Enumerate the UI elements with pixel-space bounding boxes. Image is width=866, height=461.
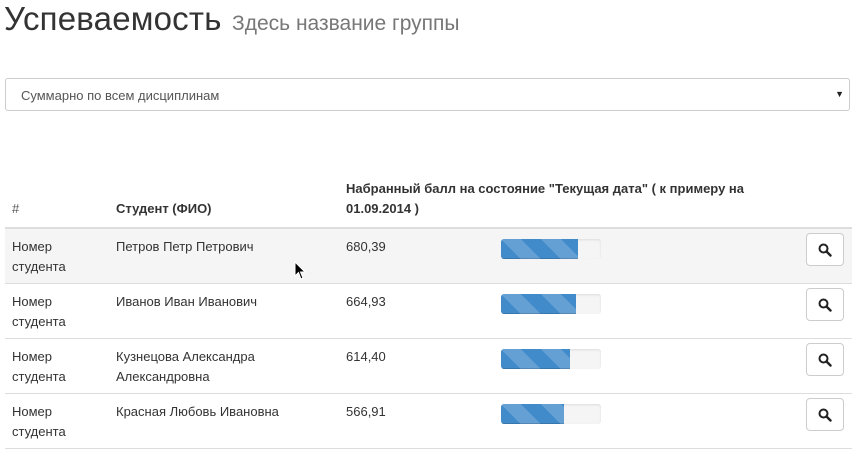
discipline-select[interactable]: Суммарно по всем дисциплинам ▼ <box>5 78 850 111</box>
view-student-button[interactable] <box>806 288 845 321</box>
table-row: Номер студента Петров Петр Петрович 680,39 <box>5 228 853 284</box>
page: Успеваемость Здесь название группы Сумма… <box>0 0 866 461</box>
column-header-score: Набранный балл на состояние "Текущая дат… <box>339 171 853 229</box>
student-number-cell: Номер студента <box>5 228 109 284</box>
grades-table: # Студент (ФИО) Набранный балл на состоя… <box>5 171 853 449</box>
action-cell <box>794 338 853 394</box>
title-row: Успеваемость Здесь название группы <box>4 0 460 38</box>
table-header-row: # Студент (ФИО) Набранный балл на состоя… <box>5 171 853 229</box>
score-progress-bar <box>501 349 570 369</box>
score-progress <box>501 239 601 259</box>
score-cell: 566,91 <box>339 393 494 449</box>
score-progress-bar <box>501 239 578 259</box>
search-icon <box>818 408 832 422</box>
action-cell <box>794 283 853 339</box>
discipline-select-value: Суммарно по всем дисциплинам <box>21 88 220 103</box>
grades-table-body: Номер студента Петров Петр Петрович 680,39… <box>5 228 853 449</box>
student-name-cell: Красная Любовь Ивановна <box>109 393 339 449</box>
student-number-cell: Номер студента <box>5 338 109 394</box>
caret-down-icon: ▼ <box>835 89 844 99</box>
view-student-button[interactable] <box>806 398 845 431</box>
score-progress <box>501 349 601 369</box>
column-header-student: Студент (ФИО) <box>109 171 339 229</box>
score-progress <box>501 294 601 314</box>
page-title: Успеваемость <box>4 0 222 37</box>
table-row: Номер студента Красная Любовь Ивановна 566… <box>5 393 853 449</box>
progress-cell <box>494 283 794 339</box>
progress-cell <box>494 228 794 284</box>
search-icon <box>818 298 832 312</box>
action-cell <box>794 393 853 449</box>
student-number-cell: Номер студента <box>5 393 109 449</box>
score-progress-bar <box>501 404 564 424</box>
mouse-cursor-icon <box>294 261 306 280</box>
table-row: Номер студента Иванов Иван Иванович 664,93 <box>5 283 853 339</box>
score-progress <box>501 404 601 424</box>
score-cell: 680,39 <box>339 228 494 284</box>
column-header-number: # <box>5 171 109 229</box>
action-cell <box>794 228 853 284</box>
progress-cell <box>494 338 794 394</box>
table-row: Номер студента Кузнецова Александра Алекс… <box>5 338 853 394</box>
search-icon <box>818 243 832 257</box>
student-name-cell: Иванов Иван Иванович <box>109 283 339 339</box>
view-student-button[interactable] <box>806 343 845 376</box>
score-cell: 614,40 <box>339 338 494 394</box>
student-name-cell: Кузнецова Александра Александровна <box>109 338 339 394</box>
group-name-subtitle: Здесь название группы <box>232 12 460 35</box>
progress-cell <box>494 393 794 449</box>
score-cell: 664,93 <box>339 283 494 339</box>
score-progress-bar <box>501 294 576 314</box>
view-student-button[interactable] <box>806 233 845 266</box>
search-icon <box>818 353 832 367</box>
student-number-cell: Номер студента <box>5 283 109 339</box>
